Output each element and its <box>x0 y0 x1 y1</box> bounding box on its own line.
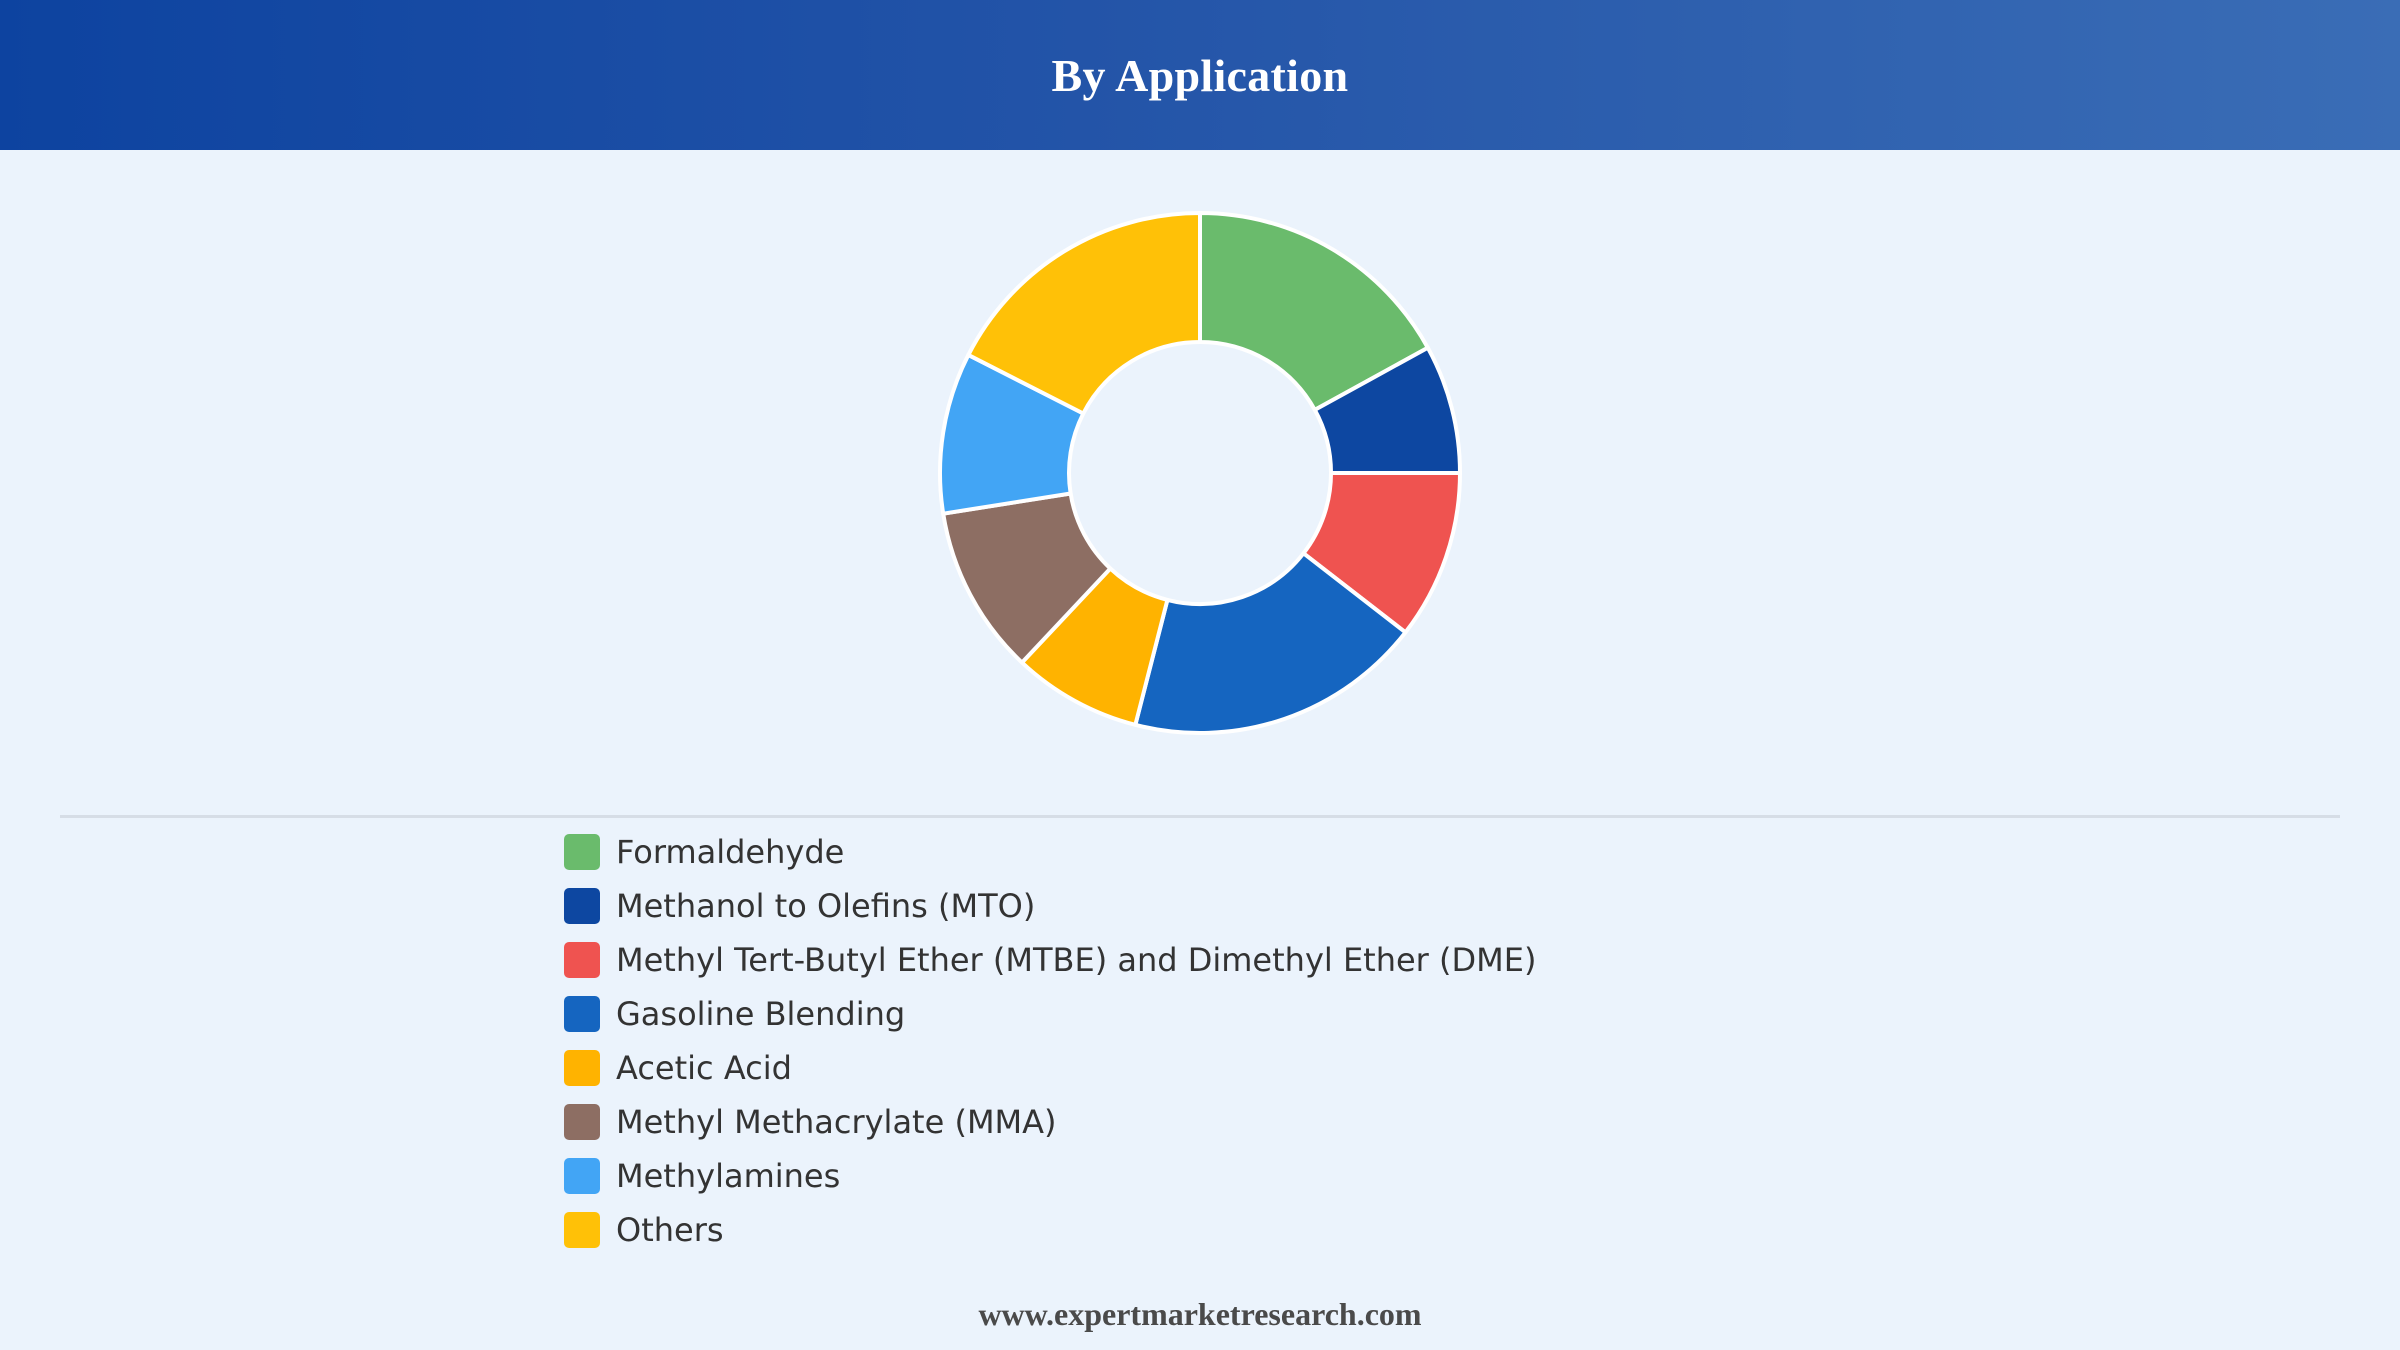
legend-swatch <box>564 942 600 978</box>
legend-label: Formaldehyde <box>616 833 845 871</box>
donut-chart <box>938 211 1462 735</box>
legend-item[interactable]: Others <box>564 1203 1536 1257</box>
legend-item[interactable]: Formaldehyde <box>564 825 1536 879</box>
divider <box>60 815 2340 818</box>
legend-label: Methanol to Olefins (MTO) <box>616 887 1036 925</box>
legend-swatch <box>564 996 600 1032</box>
legend-swatch <box>564 1212 600 1248</box>
legend-label: Gasoline Blending <box>616 995 906 1033</box>
legend-item[interactable]: Methyl Tert-Butyl Ether (MTBE) and Dimet… <box>564 933 1536 987</box>
page-title: By Application <box>1051 49 1349 101</box>
legend-swatch <box>564 888 600 924</box>
legend-swatch <box>564 1050 600 1086</box>
legend-item[interactable]: Methyl Methacrylate (MMA) <box>564 1095 1536 1149</box>
legend-swatch <box>564 1158 600 1194</box>
legend-item[interactable]: Methanol to Olefins (MTO) <box>564 879 1536 933</box>
header-banner: By Application <box>0 0 2400 150</box>
legend-item[interactable]: Methylamines <box>564 1149 1536 1203</box>
legend-swatch <box>564 834 600 870</box>
chart-legend: Formaldehyde Methanol to Olefins (MTO) Met… <box>564 825 1536 1257</box>
legend-swatch <box>564 1104 600 1140</box>
legend-label: Methyl Methacrylate (MMA) <box>616 1103 1057 1141</box>
legend-item[interactable]: Acetic Acid <box>564 1041 1536 1095</box>
legend-label: Methyl Tert-Butyl Ether (MTBE) and Dimet… <box>616 941 1537 979</box>
legend-label: Methylamines <box>616 1157 841 1195</box>
legend-label: Acetic Acid <box>616 1049 792 1087</box>
legend-label: Others <box>616 1211 724 1249</box>
legend-item[interactable]: Gasoline Blending <box>564 987 1536 1041</box>
footer-url: www.expertmarketresearch.com <box>978 1296 1422 1332</box>
